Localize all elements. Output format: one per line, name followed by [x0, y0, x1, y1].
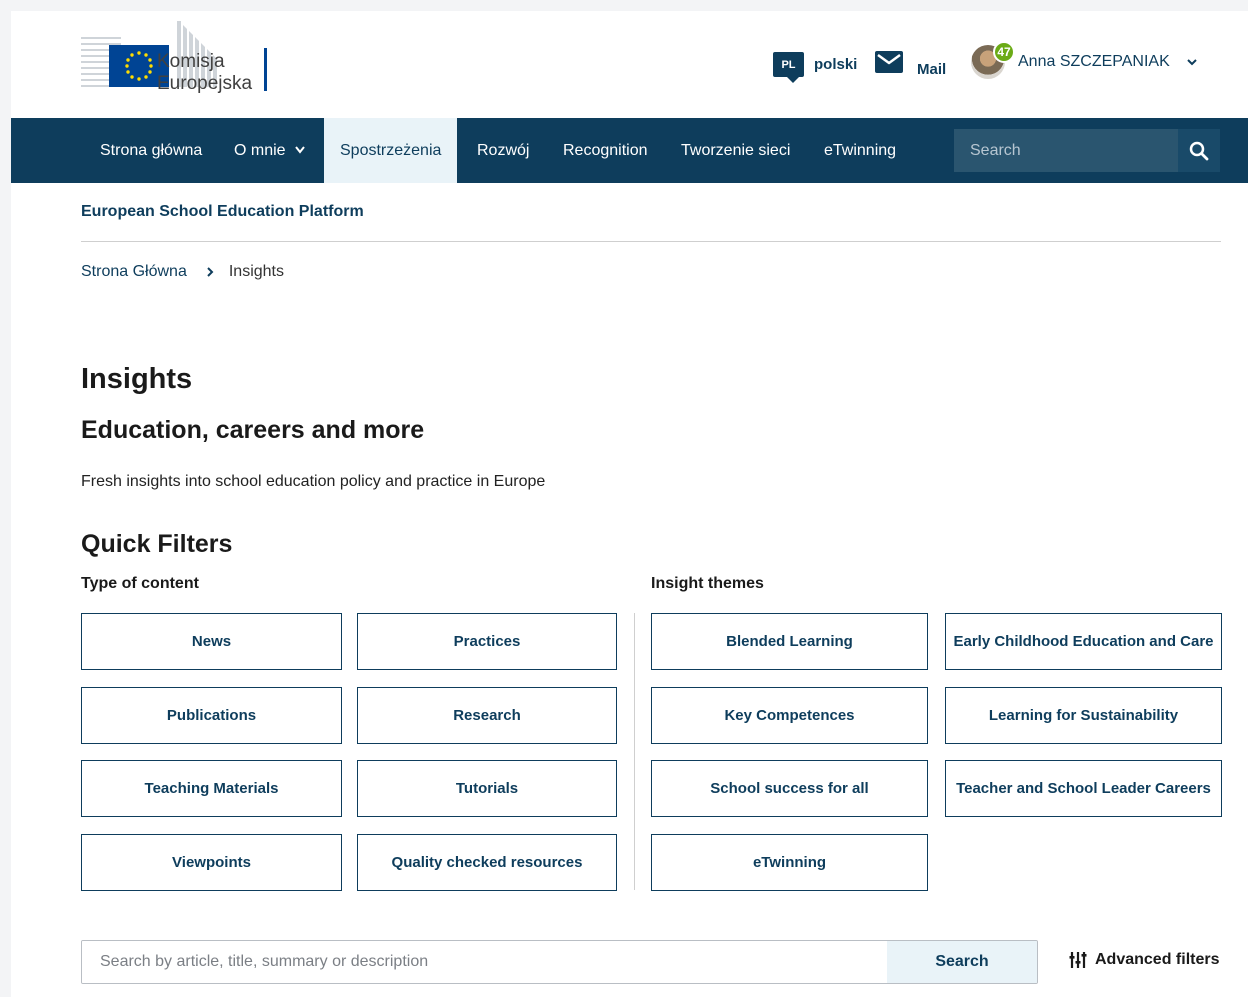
- filter-early-childhood-button[interactable]: Early Childhood Education and Care: [945, 613, 1222, 670]
- article-search-input[interactable]: [82, 941, 887, 983]
- nav-item-about-me[interactable]: O mnie: [218, 118, 322, 183]
- mail-label: Mail: [917, 61, 947, 78]
- advanced-filters-button[interactable]: Advanced filters: [1069, 951, 1219, 969]
- filter-viewpoints-button[interactable]: Viewpoints: [81, 834, 342, 891]
- type-of-content-label: Type of content: [81, 575, 199, 592]
- filter-etwinning-button[interactable]: eTwinning: [651, 834, 928, 891]
- nav-search-box: [954, 129, 1220, 172]
- chevron-down-icon[interactable]: [1186, 56, 1198, 68]
- language-label: polski: [814, 56, 858, 73]
- avatar: 47: [971, 41, 1015, 79]
- advanced-filters-label: Advanced filters: [1095, 951, 1220, 968]
- filter-teacher-careers-button[interactable]: Teacher and School Leader Careers: [945, 760, 1222, 817]
- filter-blended-learning-button[interactable]: Blended Learning: [651, 613, 928, 670]
- filter-quality-checked-resources-button[interactable]: Quality checked resources: [357, 834, 617, 891]
- article-search-box: Search: [81, 940, 1038, 984]
- insight-themes-label: Insight themes: [651, 575, 764, 592]
- logo-divider-bar: [264, 48, 267, 91]
- language-code-badge: PL: [773, 52, 804, 83]
- logo-text-line2: Europejska: [157, 73, 253, 94]
- nav-search-button[interactable]: [1178, 129, 1220, 172]
- nav-item-etwinning[interactable]: eTwinning: [808, 118, 912, 183]
- filter-news-button[interactable]: News: [81, 613, 342, 670]
- nav-search-input[interactable]: [954, 129, 1178, 172]
- logo-text-line1: Komisja: [157, 51, 225, 72]
- filter-publications-button[interactable]: Publications: [81, 687, 342, 744]
- sliders-icon: [1069, 952, 1087, 968]
- nav-item-insights[interactable]: Spostrzeżenia: [324, 118, 458, 183]
- divider: [81, 241, 1221, 242]
- user-name: Anna SZCZEPANIAK: [1018, 53, 1170, 70]
- nav-item-recognition[interactable]: Recognition: [547, 118, 664, 183]
- filters-column-divider: [634, 613, 635, 890]
- nav-item-networking[interactable]: Tworzenie sieci: [665, 118, 806, 183]
- filter-tutorials-button[interactable]: Tutorials: [357, 760, 617, 817]
- article-search-button[interactable]: Search: [887, 941, 1037, 983]
- breadcrumb: Strona Główna Insights: [81, 263, 284, 281]
- main-navigation: Strona główna O mnie Spostrzeżenia Rozwó…: [11, 118, 1248, 183]
- page-description: Fresh insights into school education pol…: [81, 473, 546, 490]
- nav-item-home[interactable]: Strona główna: [84, 118, 218, 183]
- page-subtitle: Education, careers and more: [81, 416, 425, 444]
- chevron-down-icon: [295, 146, 305, 154]
- nav-item-about-me-label: O mnie: [234, 142, 286, 159]
- breadcrumb-home-link[interactable]: Strona Główna: [81, 263, 187, 281]
- user-menu[interactable]: 47 Anna SZCZEPANIAK: [971, 41, 1198, 79]
- filter-research-button[interactable]: Research: [357, 687, 617, 744]
- notification-count-badge: 47: [993, 41, 1015, 63]
- site-header: Komisja Europejska PL polski Mail 47 Ann…: [11, 11, 1248, 118]
- filter-teaching-materials-button[interactable]: Teaching Materials: [81, 760, 342, 817]
- nav-item-development[interactable]: Rozwój: [461, 118, 545, 183]
- logo-text: Komisja Europejska: [157, 51, 252, 95]
- filter-school-success-button[interactable]: School success for all: [651, 760, 928, 817]
- chevron-right-icon: [207, 267, 214, 277]
- page: Komisja Europejska PL polski Mail 47 Ann…: [11, 11, 1248, 997]
- filter-practices-button[interactable]: Practices: [357, 613, 617, 670]
- language-selector[interactable]: PL polski: [773, 52, 858, 83]
- site-name[interactable]: European School Education Platform: [81, 203, 364, 221]
- breadcrumb-current: Insights: [228, 263, 284, 280]
- search-icon: [1189, 141, 1209, 160]
- filter-key-competences-button[interactable]: Key Competences: [651, 687, 928, 744]
- filter-learning-for-sustainability-button[interactable]: Learning for Sustainability: [945, 687, 1222, 744]
- envelope-icon: [875, 51, 903, 73]
- page-title: Insights: [81, 363, 193, 395]
- quick-filters-title: Quick Filters: [81, 530, 233, 558]
- mail-link[interactable]: Mail: [875, 51, 946, 78]
